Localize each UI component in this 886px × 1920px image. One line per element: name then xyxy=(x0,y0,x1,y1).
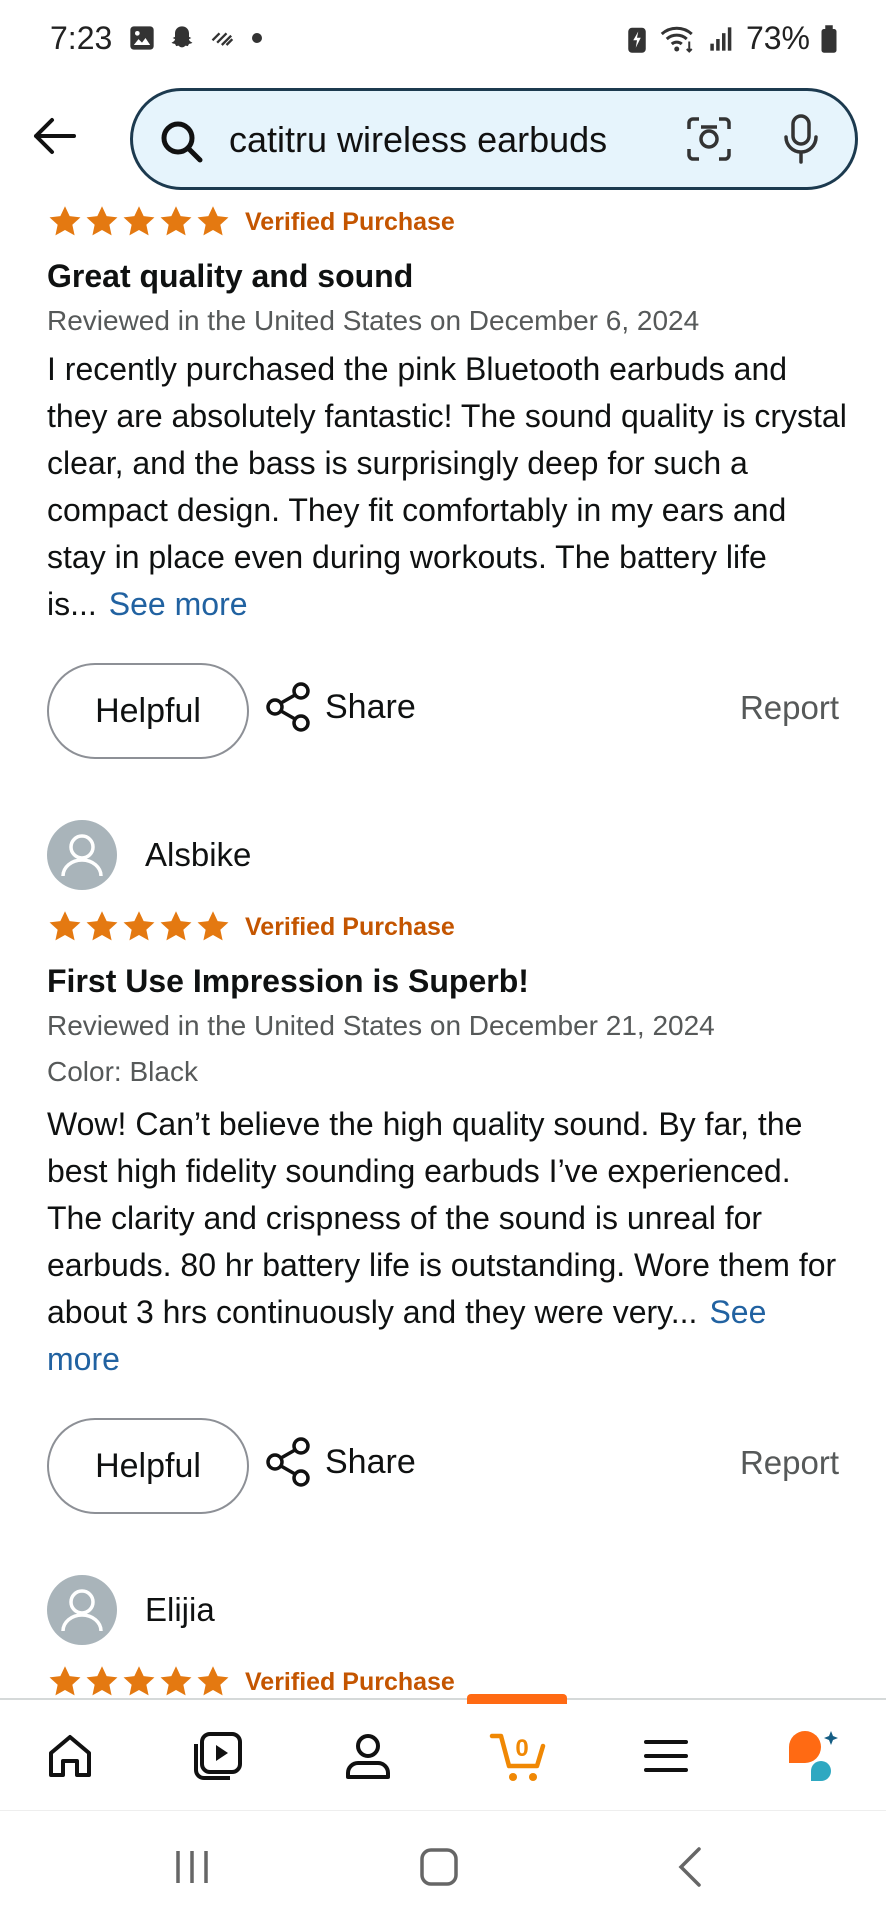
video-icon xyxy=(194,1732,242,1780)
microphone-icon[interactable] xyxy=(781,113,821,165)
rufus-icon xyxy=(789,1731,838,1781)
system-navigation xyxy=(0,1810,886,1920)
avatar xyxy=(47,820,117,890)
star-rating xyxy=(47,909,231,945)
recent-apps-button[interactable] xyxy=(170,1845,214,1889)
missed-call-icon xyxy=(211,32,234,46)
star-icon xyxy=(49,1666,81,1696)
share-icon xyxy=(266,682,310,732)
home-button[interactable] xyxy=(416,1845,462,1889)
nav-menu[interactable] xyxy=(634,1724,698,1788)
nav-video[interactable] xyxy=(186,1724,250,1788)
share-button[interactable]: Share xyxy=(265,681,416,733)
rating-row: Verified Purchase xyxy=(47,202,847,242)
nav-cart[interactable]: 0 xyxy=(484,1724,556,1788)
review-body: Wow! Can’t believe the high quality soun… xyxy=(47,1101,847,1383)
reviewer-name: Elijia xyxy=(145,1591,215,1628)
cart-icon: 0 xyxy=(489,1733,546,1781)
star-icon xyxy=(86,206,118,236)
review-title: Great quality and sound xyxy=(47,258,414,294)
star-icon xyxy=(123,911,155,941)
back-chevron-icon xyxy=(678,1847,701,1887)
reviewer-name: Alsbike xyxy=(145,836,252,873)
status-bar: 7:23 73% xyxy=(0,0,886,82)
reviewer-profile[interactable]: Alsbike xyxy=(47,815,847,895)
home-icon xyxy=(49,1735,91,1777)
search-input[interactable]: catitru wireless earbuds xyxy=(229,119,607,161)
nav-account[interactable] xyxy=(336,1724,400,1788)
user-avatar-icon xyxy=(61,834,103,877)
review-card: Alsbike Verified Purchase First Use Impr… xyxy=(47,815,847,1383)
back-arrow-icon xyxy=(34,118,76,154)
star-icon xyxy=(197,1666,229,1696)
battery-icon xyxy=(821,24,837,53)
active-tab-indicator xyxy=(467,1694,567,1704)
review-body: I recently purchased the pink Bluetooth … xyxy=(47,346,847,628)
star-icon xyxy=(123,1666,155,1696)
signal-icon xyxy=(710,26,732,51)
star-icon xyxy=(197,206,229,236)
cart-count: 0 xyxy=(515,1735,528,1762)
star-icon xyxy=(160,206,192,236)
report-link[interactable]: Report xyxy=(740,689,839,727)
star-icon xyxy=(160,911,192,941)
battery-percent: 73% xyxy=(745,20,810,56)
star-icon xyxy=(86,911,118,941)
menu-icon xyxy=(644,1740,688,1772)
review-text: I recently purchased the pink Bluetooth … xyxy=(47,351,847,622)
verified-purchase-badge: Verified Purchase xyxy=(245,912,455,941)
search-icon xyxy=(161,121,203,163)
star-icon xyxy=(123,206,155,236)
star-rating xyxy=(47,1664,231,1700)
helpful-button[interactable]: Helpful xyxy=(47,663,249,759)
review-date: Reviewed in the United States on Decembe… xyxy=(47,1010,715,1041)
back-system-button[interactable] xyxy=(670,1845,710,1889)
status-right: 73% xyxy=(626,20,838,57)
share-icon xyxy=(266,1437,310,1487)
star-icon xyxy=(49,206,81,236)
account-icon xyxy=(346,1734,390,1779)
gallery-icon xyxy=(130,26,154,50)
verified-purchase-badge: Verified Purchase xyxy=(245,1667,455,1696)
snapchat-icon xyxy=(171,26,193,48)
search-bar[interactable]: catitru wireless earbuds xyxy=(130,88,858,190)
share-label: Share xyxy=(325,1442,416,1481)
dot-icon xyxy=(252,33,262,43)
user-avatar-icon xyxy=(61,1589,103,1632)
share-button[interactable]: Share xyxy=(265,1436,416,1488)
star-icon xyxy=(49,911,81,941)
camera-search-icon[interactable] xyxy=(685,115,733,163)
rating-row: Verified Purchase xyxy=(47,907,847,947)
star-icon xyxy=(160,1666,192,1696)
review-title: First Use Impression is Superb! xyxy=(47,963,529,999)
nav-home[interactable] xyxy=(38,1724,102,1788)
star-rating xyxy=(47,204,231,240)
battery-saver-icon xyxy=(628,27,646,53)
avatar xyxy=(47,1575,117,1645)
rating-row: Verified Purchase xyxy=(47,1662,847,1702)
wifi-icon xyxy=(660,26,693,53)
review-color: Color: Black xyxy=(47,1056,198,1087)
back-button[interactable] xyxy=(24,106,84,166)
share-label: Share xyxy=(325,687,416,726)
helpful-button[interactable]: Helpful xyxy=(47,1418,249,1514)
review-card: Elijia Verified Purchase xyxy=(47,1570,847,1702)
search-header: catitru wireless earbuds xyxy=(0,82,886,198)
review-actions: Helpful Share Report xyxy=(47,1418,839,1514)
review-date: Reviewed in the United States on Decembe… xyxy=(47,305,700,336)
home-square-icon xyxy=(420,1848,458,1886)
star-icon xyxy=(197,911,229,941)
nav-rufus[interactable] xyxy=(782,1724,846,1788)
review-actions: Helpful Share Report xyxy=(47,663,839,759)
bottom-navigation: 0 xyxy=(0,1694,886,1810)
recent-apps-icon xyxy=(176,1851,208,1883)
report-link[interactable]: Report xyxy=(740,1444,839,1482)
star-icon xyxy=(86,1666,118,1696)
review-card: Verified Purchase Great quality and soun… xyxy=(47,202,847,628)
status-notification-icons xyxy=(128,24,264,52)
see-more-link[interactable]: See more xyxy=(109,586,248,622)
reviewer-profile[interactable]: Elijia xyxy=(47,1570,847,1650)
status-time: 7:23 xyxy=(50,20,113,56)
verified-purchase-badge: Verified Purchase xyxy=(245,207,455,236)
